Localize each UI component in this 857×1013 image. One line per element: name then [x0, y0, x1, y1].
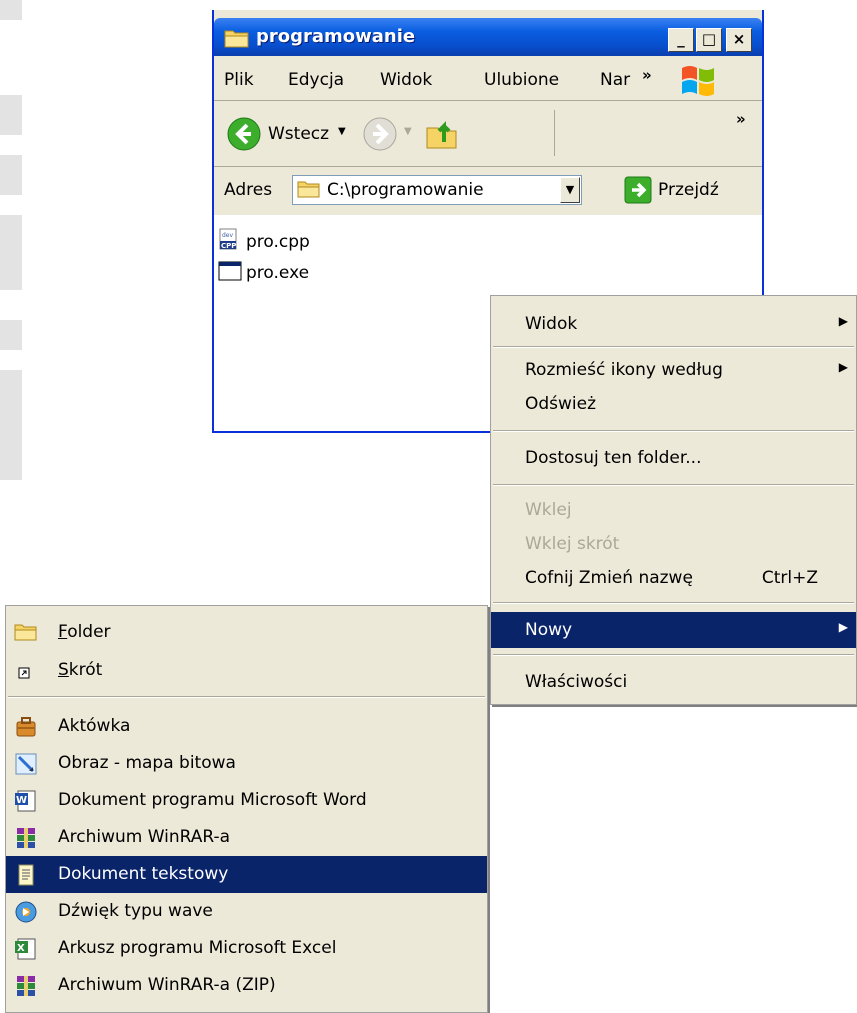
go-button-label[interactable]: Przejdź [658, 180, 719, 200]
menu-edycja[interactable]: Edycja [288, 70, 344, 90]
svg-text:W: W [16, 795, 27, 806]
address-label: Adres [224, 180, 273, 200]
menu-separator [493, 430, 854, 432]
minimize-button[interactable]: _ [668, 28, 694, 52]
menu-separator [8, 696, 485, 698]
submenu-item-winrar-zip[interactable]: Archiwum WinRAR-a (ZIP) [6, 967, 487, 1004]
background-strip [0, 370, 22, 480]
toolbar-separator [554, 110, 555, 156]
back-arrow-icon[interactable] [226, 116, 262, 157]
submenu-arrow-icon: ▶ [838, 314, 848, 328]
submenu-item-wave-sound[interactable]: Dźwięk typu wave [6, 893, 487, 930]
back-button-label[interactable]: Wstecz [268, 124, 329, 144]
list-item[interactable]: dev CPP pro.cpp [218, 228, 310, 257]
menu-more-chevron[interactable]: » [642, 66, 652, 84]
list-item[interactable]: pro.exe [218, 260, 309, 286]
wave-sound-icon [14, 900, 38, 924]
submenu-item-shortcut[interactable]: Skrót [6, 652, 487, 689]
address-input[interactable]: C:\programowanie ▼ [292, 175, 582, 205]
briefcase-icon [14, 715, 38, 739]
menu-plik[interactable]: Plik [224, 70, 254, 90]
text-document-icon [14, 863, 38, 887]
submenu-item-briefcase[interactable]: Aktówka [6, 708, 487, 745]
file-name: pro.cpp [246, 232, 310, 252]
menu-separator [493, 346, 854, 348]
window-title: programowanie [256, 26, 416, 47]
toolbar-more-chevron[interactable]: » [736, 110, 746, 128]
menu-bar: Plik Edycja Widok Ulubione Nar » [214, 60, 762, 101]
maximize-button[interactable]: □ [696, 28, 722, 52]
menu-separator [493, 484, 854, 486]
winrar-zip-icon [14, 974, 38, 998]
excel-sheet-icon: X [14, 937, 38, 961]
submenu-arrow-icon: ▶ [838, 360, 848, 374]
up-folder-icon[interactable] [424, 116, 460, 157]
cpp-file-icon: dev CPP [218, 228, 242, 257]
folder-icon [14, 621, 38, 645]
winrar-icon [14, 826, 38, 850]
submenu-item-text-document[interactable]: Dokument tekstowy [6, 856, 487, 893]
menu-item-properties[interactable]: Właściwości [491, 664, 856, 700]
menu-item-arrange[interactable]: Rozmieść ikony według ▶ [491, 352, 856, 388]
folder-icon [224, 27, 250, 54]
back-dropdown-arrow-icon[interactable]: ▼ [338, 126, 346, 137]
menu-label-rest: older [67, 622, 111, 642]
menu-separator [493, 602, 854, 604]
submenu-item-folder[interactable]: Folder [6, 614, 487, 651]
accelerator-key: S [58, 660, 69, 680]
shortcut-label: Ctrl+Z [761, 568, 818, 588]
svg-text:X: X [17, 943, 25, 954]
svg-text:dev: dev [222, 232, 234, 239]
accelerator-key: F [58, 622, 68, 642]
menu-item-view[interactable]: Widok ▶ [491, 306, 856, 342]
menu-item-paste: Wklej [525, 500, 572, 520]
menu-label-rest: krót [68, 660, 103, 680]
exe-file-icon [218, 259, 242, 288]
windows-logo-icon [676, 62, 720, 105]
submenu-item-excel-sheet[interactable]: X Arkusz programu Microsoft Excel [6, 930, 487, 967]
background-strip [0, 0, 22, 20]
shortcut-icon [14, 659, 38, 683]
file-name: pro.exe [246, 263, 310, 283]
submenu-item-bitmap[interactable]: Obraz - mapa bitowa [6, 745, 487, 782]
menu-widok[interactable]: Widok [380, 70, 432, 90]
address-dropdown-button[interactable]: ▼ [560, 177, 580, 203]
menu-item-paste-shortcut: Wklej skrót [525, 534, 620, 554]
submenu-arrow-icon: ▶ [838, 620, 848, 634]
new-submenu: Folder Skrót Aktówka Obraz - mapa bitowa… [5, 605, 488, 1013]
context-menu: Widok ▶ Rozmieść ikony według ▶ Odśwież … [490, 295, 857, 705]
svg-text:CPP: CPP [221, 242, 236, 250]
close-button[interactable]: × [726, 28, 752, 52]
folder-icon [297, 179, 321, 204]
go-arrow-icon[interactable] [624, 176, 652, 209]
menu-narzedzia[interactable]: Nar [600, 70, 630, 90]
address-path: C:\programowanie [327, 180, 484, 200]
background-strip [0, 155, 22, 195]
menu-separator [493, 654, 854, 656]
background-strip [0, 215, 22, 290]
menu-item-refresh[interactable]: Odśwież [491, 386, 856, 422]
title-bar[interactable]: programowanie _ □ × [214, 18, 762, 56]
bitmap-icon [14, 752, 38, 776]
address-bar: Adres C:\programowanie ▼ Przejdź [214, 167, 762, 213]
submenu-item-word-document[interactable]: W Dokument programu Microsoft Word [6, 782, 487, 819]
menu-item-customize[interactable]: Dostosuj ten folder... [491, 440, 856, 476]
forward-arrow-icon[interactable] [362, 116, 398, 157]
forward-dropdown-arrow-icon: ▼ [404, 126, 412, 137]
background-strip [0, 320, 22, 350]
background-strip [0, 95, 22, 135]
menu-item-undo-rename[interactable]: Cofnij Zmień nazwę Ctrl+Z [491, 560, 856, 596]
toolbar: Wstecz ▼ ▼ » [214, 102, 762, 167]
submenu-item-winrar[interactable]: Archiwum WinRAR-a [6, 819, 487, 856]
word-document-icon: W [14, 789, 38, 813]
menu-ulubione[interactable]: Ulubione [484, 70, 559, 90]
menu-item-new[interactable]: Nowy ▶ [491, 612, 856, 648]
